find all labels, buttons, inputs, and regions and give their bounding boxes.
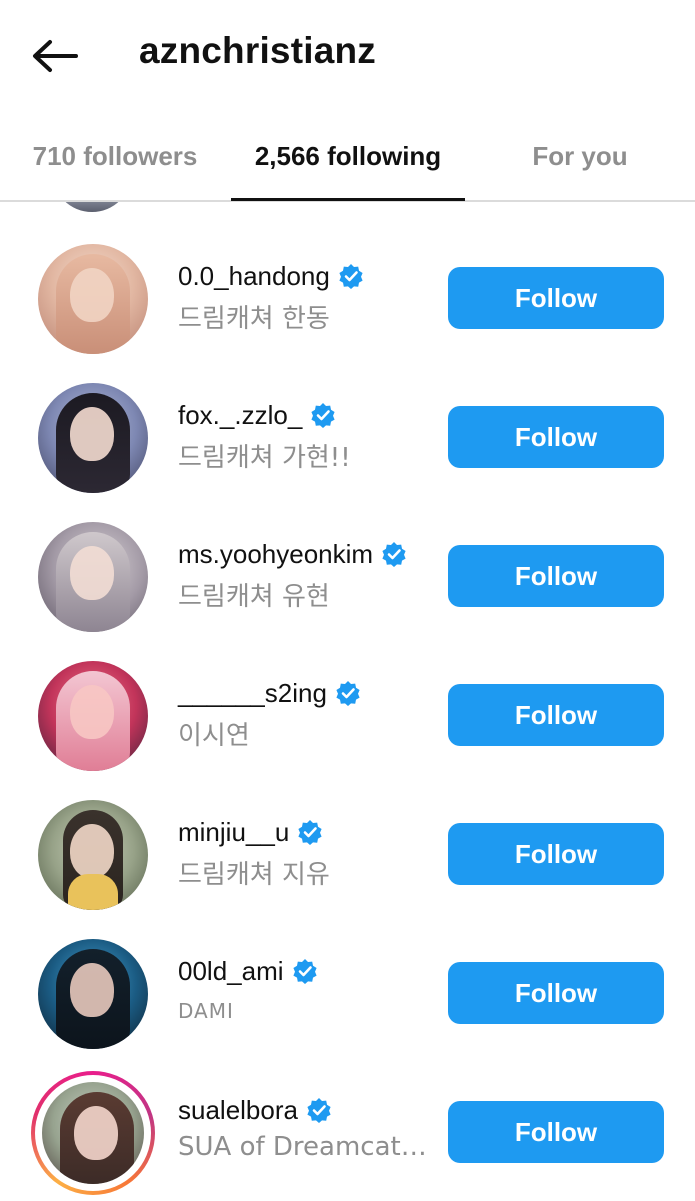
list-item[interactable]: sualelbora SUA of Dreamcatc... Follow xyxy=(0,1062,695,1201)
verified-badge-icon xyxy=(339,264,363,289)
avatar[interactable] xyxy=(38,383,148,493)
follow-button[interactable]: Follow xyxy=(448,406,664,468)
verified-badge-icon xyxy=(298,820,322,845)
back-button[interactable] xyxy=(28,34,80,78)
verified-badge-icon xyxy=(311,403,335,428)
follow-button[interactable]: Follow xyxy=(448,267,664,329)
user-full-name: 드림캐쳐 한동 xyxy=(178,304,330,334)
user-full-name: 드림캐쳐 가현!! xyxy=(178,443,351,473)
user-full-name: SUA of Dreamcatc... xyxy=(178,1132,428,1162)
follow-button[interactable]: Follow xyxy=(448,545,664,607)
arrow-left-icon xyxy=(33,40,78,72)
username[interactable]: fox._.zzlo_ xyxy=(178,400,302,431)
avatar[interactable] xyxy=(38,522,148,632)
username[interactable]: ms.yoohyeonkim xyxy=(178,539,373,570)
tab-bar: 710 followers 2,566 following For you xyxy=(0,112,695,202)
follow-button[interactable]: Follow xyxy=(448,962,664,1024)
verified-badge-icon xyxy=(307,1098,331,1123)
follow-button[interactable]: Follow xyxy=(448,684,664,746)
user-info: 0.0_handong 드림캐쳐 한동 xyxy=(178,258,438,335)
user-info: fox._.zzlo_ 드림캐쳐 가현!! xyxy=(178,397,438,474)
tab-for-you[interactable]: For you xyxy=(465,112,695,200)
tab-following[interactable]: 2,566 following xyxy=(231,112,465,200)
page-title: aznchristianz xyxy=(139,30,376,71)
user-info: sualelbora SUA of Dreamcatc... xyxy=(178,1092,438,1163)
username[interactable]: 00ld_ami xyxy=(178,956,284,987)
user-info: minjiu__u 드림캐쳐 지유 xyxy=(178,814,438,891)
user-info: ms.yoohyeonkim 드림캐쳐 유현 xyxy=(178,536,438,613)
verified-badge-icon xyxy=(292,959,317,984)
user-full-name: 이시연 xyxy=(178,721,250,751)
username[interactable]: 0.0_handong xyxy=(178,261,330,292)
user-full-name: 드림캐쳐 지유 xyxy=(178,860,330,890)
list-item[interactable]: 0.0_handong 드림캐쳐 한동 Follow xyxy=(0,228,695,367)
list-item[interactable]: ms.yoohyeonkim 드림캐쳐 유현 Follow xyxy=(0,506,695,645)
list-item[interactable]: minjiu__u 드림캐쳐 지유 Follow xyxy=(0,784,695,923)
verified-badge-icon xyxy=(336,681,360,706)
avatar[interactable] xyxy=(38,800,148,910)
tab-followers[interactable]: 710 followers xyxy=(0,112,230,200)
user-full-name: 드림캐쳐 유현 xyxy=(178,582,330,612)
user-info: 00ld_ami DAMI xyxy=(178,953,438,1023)
user-full-name: DAMI xyxy=(178,999,234,1023)
username[interactable]: ______s2ing xyxy=(178,678,327,709)
list-item[interactable]: fox._.zzlo_ 드림캐쳐 가현!! Follow xyxy=(0,367,695,506)
avatar[interactable] xyxy=(38,939,148,1049)
username[interactable]: sualelbora xyxy=(178,1095,298,1126)
active-tab-indicator xyxy=(231,198,465,201)
follow-button[interactable]: Follow xyxy=(448,1101,664,1163)
username[interactable]: minjiu__u xyxy=(178,817,289,848)
verified-badge-icon xyxy=(382,542,406,567)
user-info: ______s2ing 이시연 xyxy=(178,675,438,752)
avatar[interactable] xyxy=(38,661,148,771)
top-app-bar: aznchristianz xyxy=(0,0,695,110)
list-item[interactable]: ______s2ing 이시연 Follow xyxy=(0,645,695,784)
list-item[interactable]: 00ld_ami DAMI Follow xyxy=(0,923,695,1062)
follow-button[interactable]: Follow xyxy=(448,823,664,885)
avatar[interactable] xyxy=(31,1071,155,1195)
avatar[interactable] xyxy=(38,244,148,354)
